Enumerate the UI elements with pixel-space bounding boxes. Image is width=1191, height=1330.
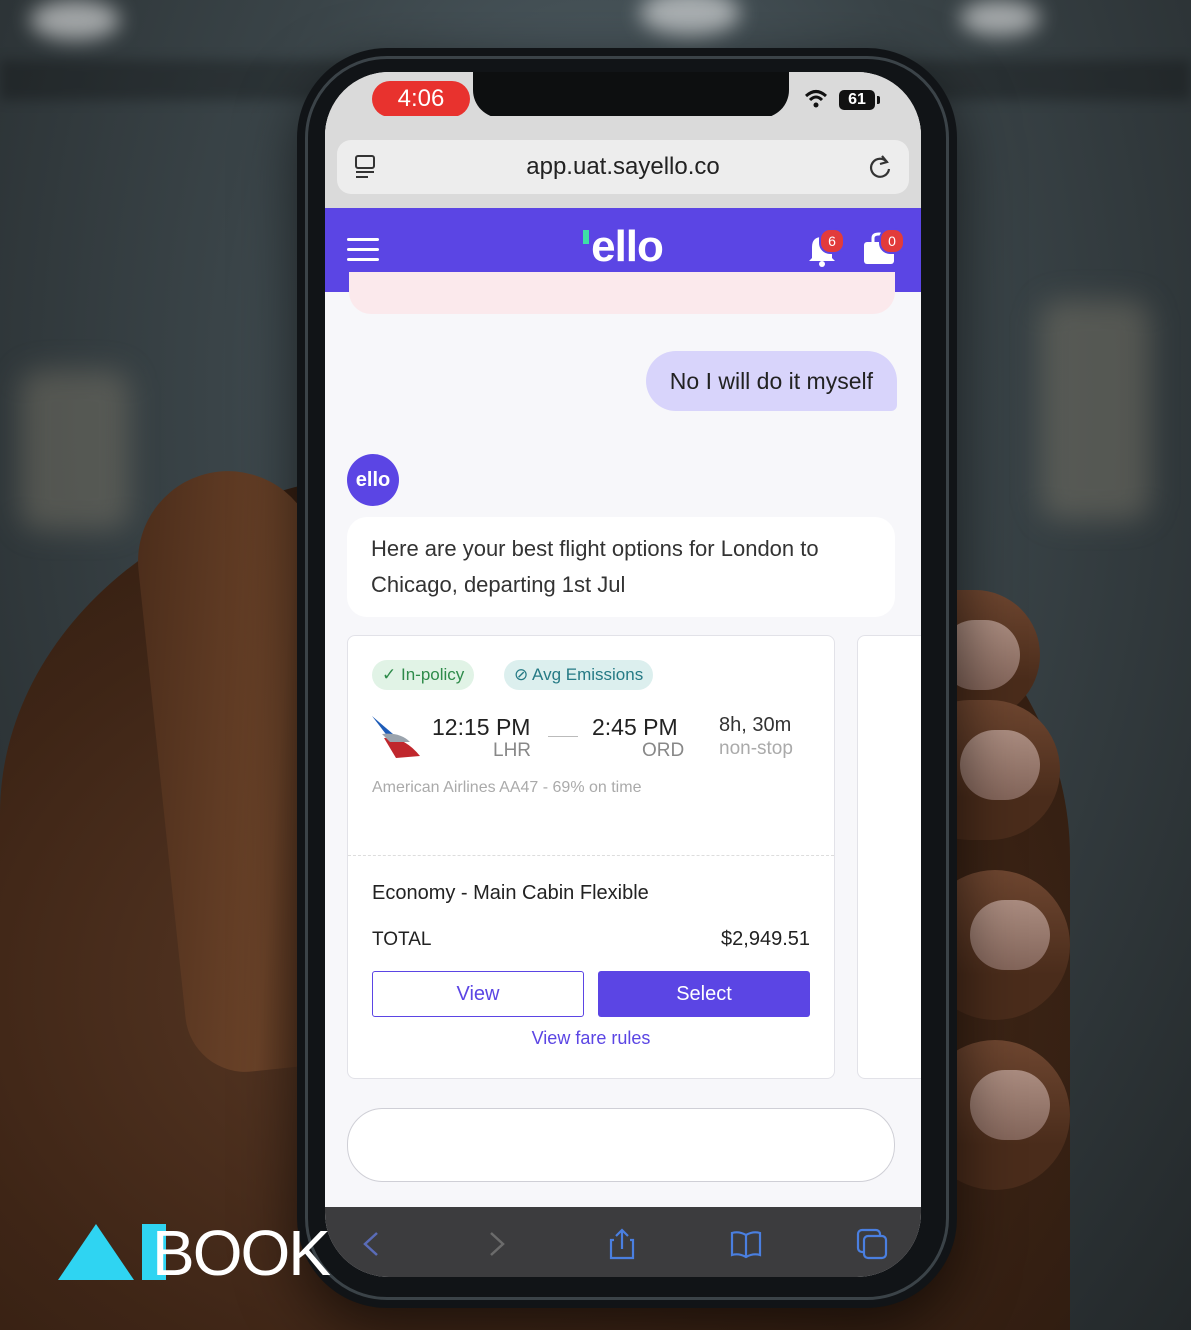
bot-message-bubble: Here are your best flight options for Lo…: [347, 517, 895, 617]
bot-avatar: ello: [347, 454, 399, 506]
card-divider: [348, 855, 834, 856]
user-message-bubble: No I will do it myself: [645, 351, 897, 411]
chat-input[interactable]: [347, 1108, 895, 1182]
battery-tip: [877, 96, 880, 104]
notifications-badge: 6: [819, 228, 845, 254]
previous-message-bubble: [349, 272, 895, 314]
total-price: $2,949.51: [721, 928, 810, 950]
arrival-time: 2:45 PM: [592, 714, 678, 740]
leaf-icon: ⊘: [514, 665, 529, 684]
tabs-icon[interactable]: [855, 1227, 889, 1261]
forward-icon[interactable]: [479, 1227, 513, 1261]
emissions-label: Avg Emissions: [532, 665, 644, 684]
background-jar: [20, 370, 130, 530]
american-airlines-logo-icon: [372, 716, 420, 758]
background-jar: [1040, 300, 1150, 520]
browser-toolbar: [325, 1207, 921, 1277]
next-flight-card[interactable]: [857, 635, 921, 1079]
emissions-tag: ⊘ Avg Emissions: [504, 660, 654, 690]
notch: [473, 72, 789, 118]
back-icon[interactable]: [355, 1227, 389, 1261]
background-light: [30, 0, 120, 40]
background-light: [960, 0, 1040, 36]
url-text: app.uat.sayello.co: [526, 153, 720, 180]
bag-badge: 0: [879, 228, 905, 254]
arrival-airport: ORD: [642, 740, 685, 761]
wifi-icon: [804, 90, 828, 108]
route-line: [548, 736, 578, 737]
phone-screen: 4:06 61 app.uat.sayello.co ello 6 0 No I…: [325, 72, 921, 1277]
browser-url-area: app.uat.sayello.co: [325, 116, 921, 208]
total-label: TOTAL: [372, 929, 432, 950]
in-policy-label: In-policy: [400, 665, 465, 684]
brand-word: BOOK: [152, 1217, 331, 1289]
fare-class: Economy - Main Cabin Flexible: [372, 882, 649, 904]
share-icon[interactable]: [605, 1227, 639, 1261]
view-fare-rules-link[interactable]: View fare rules: [348, 1028, 834, 1049]
brand-triangle-icon: [58, 1224, 134, 1280]
departure-time: 12:15 PM: [432, 714, 531, 740]
bookmarks-icon[interactable]: [729, 1227, 763, 1261]
address-bar[interactable]: app.uat.sayello.co: [337, 140, 909, 194]
flight-option-card[interactable]: ✓ In-policy ⊘ Avg Emissions 12:15 PM LHR…: [347, 635, 835, 1079]
status-time: 4:06: [372, 81, 470, 117]
check-icon: ✓: [382, 665, 397, 684]
flight-info: American Airlines AA47 - 69% on time: [372, 779, 642, 796]
view-button[interactable]: View: [372, 971, 584, 1017]
reload-icon[interactable]: [865, 152, 895, 182]
departure-airport: LHR: [493, 740, 532, 761]
background-light: [640, 0, 740, 36]
select-button[interactable]: Select: [598, 971, 810, 1017]
battery-indicator: 61: [839, 90, 875, 110]
flight-stops: non-stop: [719, 738, 793, 759]
flight-duration: 8h, 30m: [719, 714, 792, 736]
in-policy-tag: ✓ In-policy: [372, 660, 475, 690]
